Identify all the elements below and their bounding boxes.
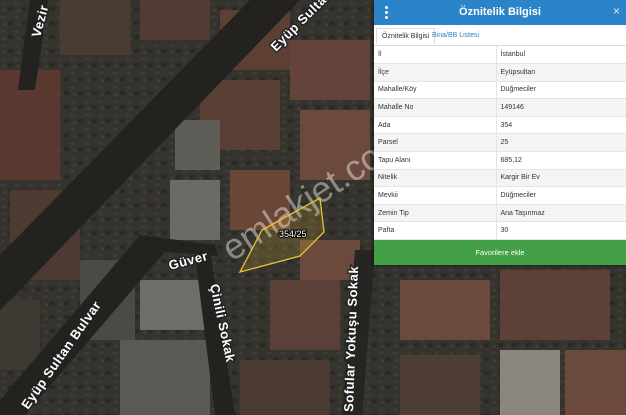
panel-header: Öznitelik Bilgisi × xyxy=(374,0,626,25)
attribute-key: Mevkii xyxy=(374,186,497,205)
table-row: İlçe Eyüpsultan xyxy=(374,63,626,82)
attribute-key: İl xyxy=(374,46,497,65)
add-to-favorites-button[interactable]: Favorilere ekle xyxy=(374,240,626,265)
table-row: Mahalle No 149146 xyxy=(374,98,626,117)
table-row: İl İstanbul xyxy=(374,46,626,65)
attribute-panel: Öznitelik Bilgisi × Öznitelik Bilgisi Bi… xyxy=(374,0,626,265)
attribute-value: 30 xyxy=(496,221,626,241)
attribute-key: Tapu Alanı xyxy=(374,151,497,170)
attribute-value: 685,12 xyxy=(496,151,626,170)
panel-title: Öznitelik Bilgisi xyxy=(459,6,541,18)
tab-building-list[interactable]: Bina/BB Listesi xyxy=(427,28,484,45)
attribute-value: Düğmeciler xyxy=(496,81,626,100)
attribute-table: İl İstanbul İlçe Eyüpsultan Mahalle/Köy Düğ… xyxy=(374,46,626,241)
attribute-value: Ana Taşınmaz xyxy=(496,204,626,223)
attribute-value: 25 xyxy=(496,133,626,153)
table-row: Nitelik Kargir Bir Ev xyxy=(374,169,626,188)
close-icon[interactable]: × xyxy=(613,5,620,17)
attribute-key: Pafta xyxy=(374,221,497,241)
table-row: Parsel 25 xyxy=(374,133,626,153)
attribute-key: Mahalle/Köy xyxy=(374,81,497,100)
table-row: Pafta 30 xyxy=(374,221,626,241)
table-row: Mahalle/Köy Düğmeciler xyxy=(374,81,626,100)
table-row: Tapu Alanı 685,12 xyxy=(374,151,626,170)
attribute-key: Mahalle No xyxy=(374,98,497,117)
table-row: Mevkii Düğmeciler xyxy=(374,186,626,205)
panel-tabs: Öznitelik Bilgisi Bina/BB Listesi xyxy=(374,25,626,46)
attribute-key: Nitelik xyxy=(374,169,497,188)
attribute-value: İstanbul xyxy=(496,46,626,65)
attribute-key: Parsel xyxy=(374,133,497,153)
attribute-value: Kargir Bir Ev xyxy=(496,169,626,188)
attribute-key: Zemin Tip xyxy=(374,204,497,223)
attribute-value: Düğmeciler xyxy=(496,186,626,205)
attribute-value: Eyüpsultan xyxy=(496,63,626,82)
attribute-key: İlçe xyxy=(374,63,497,82)
parcel-label: 354/25 xyxy=(279,229,307,239)
table-row: Zemin Tip Ana Taşınmaz xyxy=(374,204,626,223)
attribute-value: 354 xyxy=(496,116,626,135)
attribute-key: Ada xyxy=(374,116,497,135)
table-row: Ada 354 xyxy=(374,116,626,135)
attribute-value: 149146 xyxy=(496,98,626,117)
